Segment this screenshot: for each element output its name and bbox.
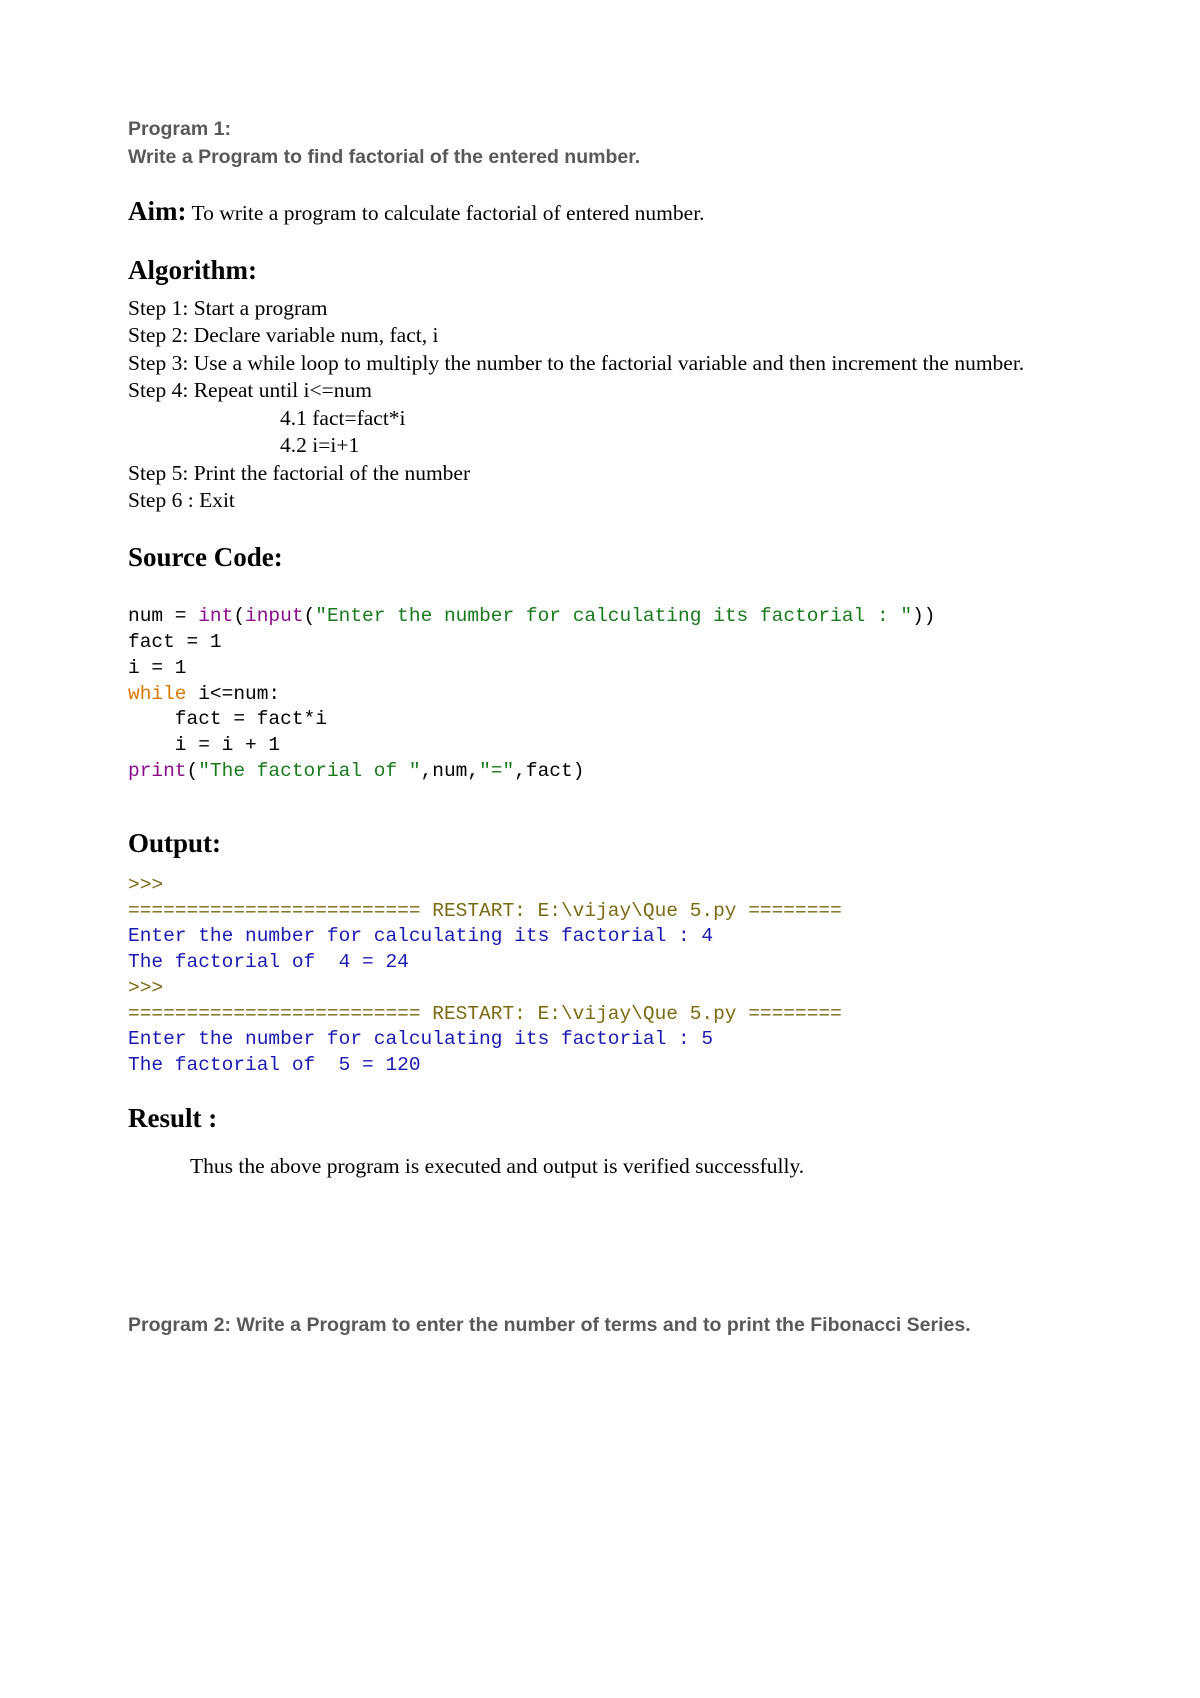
output-result-1: The factorial of 4 = 24 (128, 951, 409, 973)
output-restart-1: ========================= RESTART: E:\vi… (128, 900, 842, 922)
result-title: Result : (128, 1101, 1070, 1136)
code-close: )) (912, 605, 935, 627)
code-line-6: i = i + 1 (128, 734, 280, 756)
algo-step-4: Step 4: Repeat until i<=num (128, 377, 1070, 405)
program-1-label: Program 1: (128, 118, 231, 140)
algo-step-4a: 4.1 fact=fact*i (128, 405, 1070, 433)
output-prompt: >>> (128, 977, 163, 999)
output-block: >>> ========================= RESTART: E… (128, 873, 1070, 1079)
algo-step-4b: 4.2 i=i+1 (128, 432, 1070, 460)
program-1-header: Program 1: Write a Program to find facto… (128, 115, 1070, 172)
code-line-5: fact = fact*i (128, 708, 327, 730)
code-paren: ( (304, 605, 316, 627)
output-input-1: Enter the number for calculating its fac… (128, 925, 713, 947)
aim-label: Aim: (128, 196, 186, 226)
output-prompt: >>> (128, 874, 163, 896)
output-title: Output: (128, 826, 1070, 861)
source-code-block: num = int(input("Enter the number for ca… (128, 604, 1070, 784)
code-ident: num = (128, 605, 198, 627)
program-1-title: Write a Program to find factorial of the… (128, 146, 640, 168)
code-line-3: i = 1 (128, 657, 187, 679)
algorithm-title: Algorithm: (128, 253, 1070, 288)
code-builtin-print: print (128, 760, 187, 782)
program-2-header: Program 2: Write a Program to enter the … (128, 1311, 1070, 1339)
aim-section: Aim: To write a program to calculate fac… (128, 194, 1070, 229)
source-code-title: Source Code: (128, 540, 1070, 575)
algo-step-6: Step 6 : Exit (128, 487, 1070, 515)
output-restart-2: ========================= RESTART: E:\vi… (128, 1003, 842, 1025)
code-paren: ( (233, 605, 245, 627)
output-result-2: The factorial of 5 = 120 (128, 1054, 421, 1076)
code-string: "=" (479, 760, 514, 782)
result-text: Thus the above program is executed and o… (128, 1153, 1070, 1181)
aim-text: To write a program to calculate factoria… (186, 201, 704, 225)
output-input-2: Enter the number for calculating its fac… (128, 1028, 713, 1050)
algorithm-section: Algorithm: Step 1: Start a program Step … (128, 253, 1070, 515)
code-end: ,fact) (514, 760, 584, 782)
code-paren: ( (187, 760, 199, 782)
algo-step-3: Step 3: Use a while loop to multiply the… (128, 350, 1070, 378)
code-line-2: fact = 1 (128, 631, 222, 653)
code-keyword-while: while (128, 683, 187, 705)
algo-step-5: Step 5: Print the factorial of the numbe… (128, 460, 1070, 488)
code-builtin-input: input (245, 605, 304, 627)
code-cond: i<=num: (187, 683, 281, 705)
code-builtin-int: int (198, 605, 233, 627)
algo-step-2: Step 2: Declare variable num, fact, i (128, 322, 1070, 350)
code-string: "Enter the number for calculating its fa… (315, 605, 912, 627)
code-string: "The factorial of " (198, 760, 420, 782)
algo-step-1: Step 1: Start a program (128, 295, 1070, 323)
code-mid: ,num, (421, 760, 480, 782)
